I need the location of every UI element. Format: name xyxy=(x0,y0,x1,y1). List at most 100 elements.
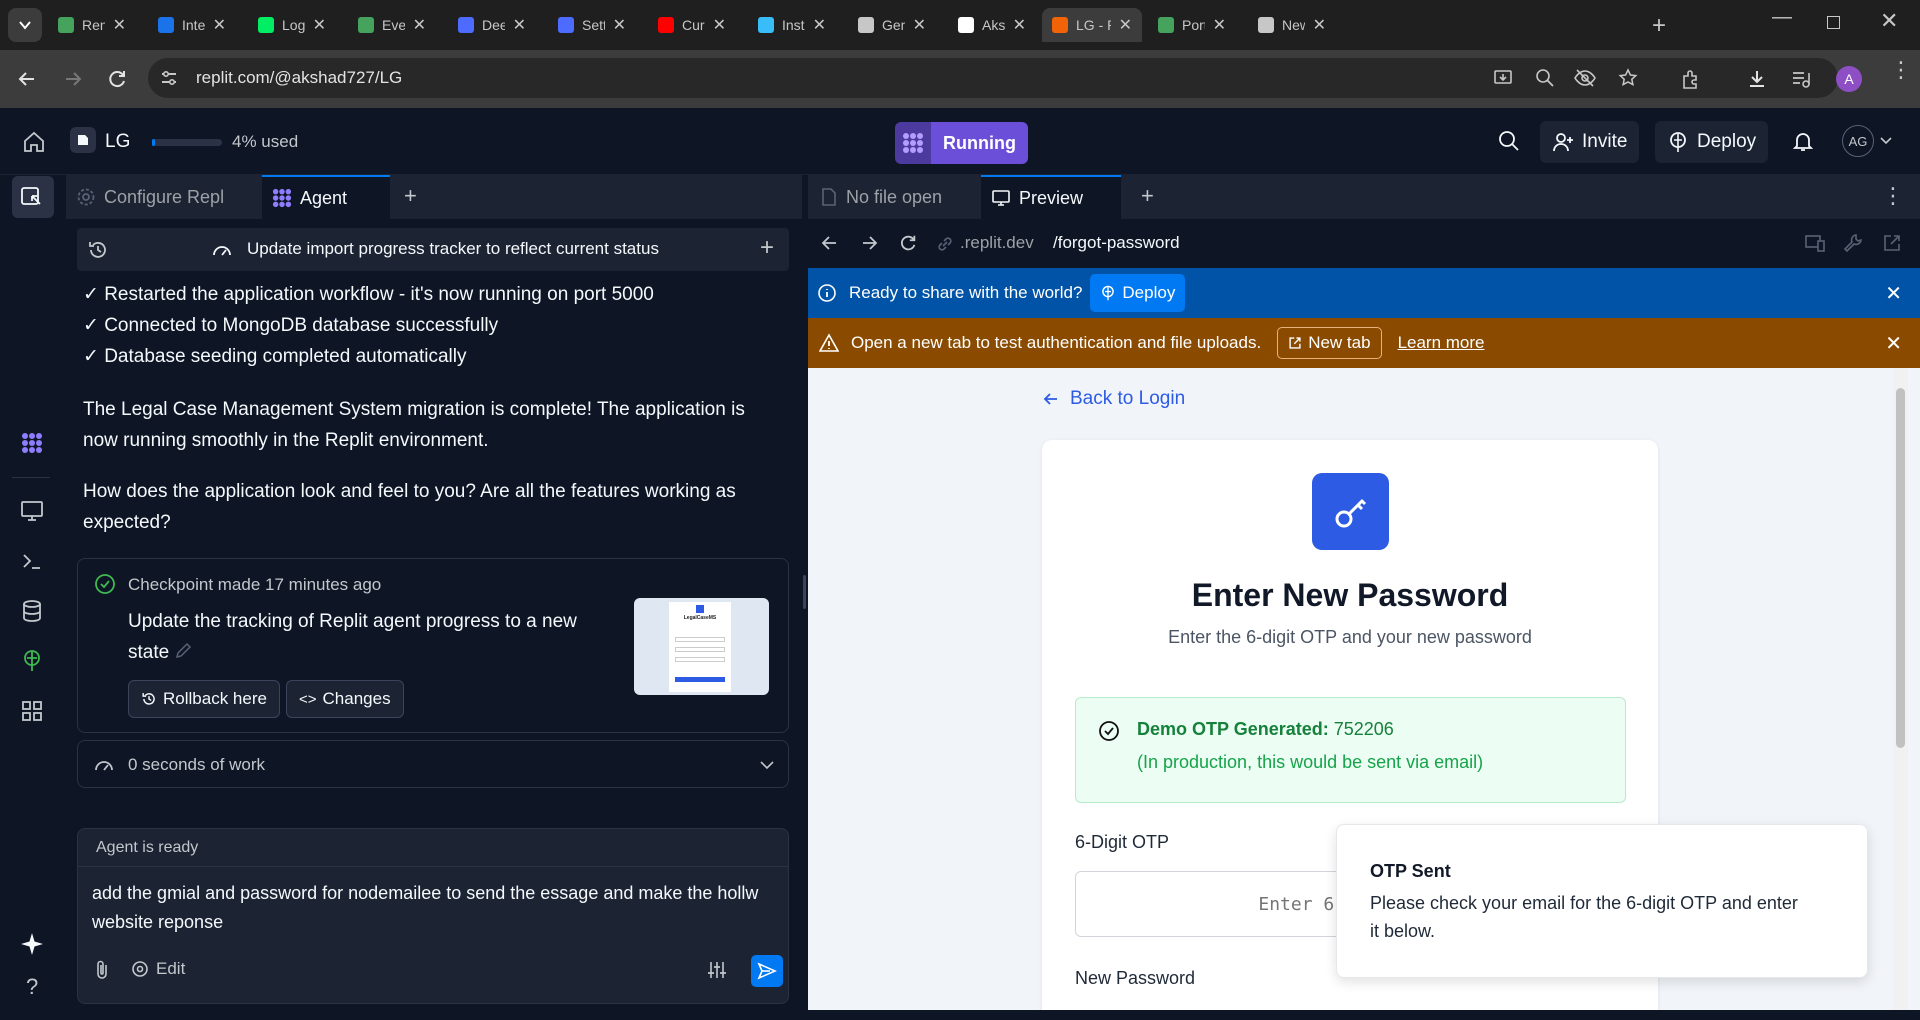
extensions-icon[interactable] xyxy=(1680,68,1702,90)
project-logo[interactable] xyxy=(70,127,96,153)
deploy-button[interactable]: Deploy xyxy=(1655,121,1769,163)
bookmark-star-icon[interactable] xyxy=(1618,68,1638,88)
browser-tab[interactable]: Aksh ✕ xyxy=(948,8,1036,42)
back-to-login-link[interactable]: Back to Login xyxy=(1042,388,1185,410)
close-tab-icon[interactable]: ✕ xyxy=(713,15,726,35)
edit-mode-button[interactable]: Edit xyxy=(130,959,185,979)
close-tab-icon[interactable]: ✕ xyxy=(513,15,526,35)
close-tab-icon[interactable]: ✕ xyxy=(213,15,226,35)
close-tab-icon[interactable]: ✕ xyxy=(613,15,626,35)
paperclip-icon[interactable] xyxy=(92,959,112,981)
browser-tab[interactable]: Settin ✕ xyxy=(548,8,636,42)
close-tab-icon[interactable]: ✕ xyxy=(1013,15,1026,35)
agent-rail-icon[interactable] xyxy=(19,430,45,456)
restore-button[interactable] xyxy=(1827,16,1840,29)
chevron-down-icon[interactable] xyxy=(1880,136,1892,146)
reload-icon[interactable] xyxy=(106,68,128,90)
zoom-icon[interactable] xyxy=(1535,68,1555,88)
webview-url-bar[interactable]: .replit.dev /forgot-password xyxy=(928,225,1608,261)
search-icon[interactable] xyxy=(1498,130,1520,152)
install-app-icon[interactable] xyxy=(1493,68,1513,88)
tab-search-button[interactable] xyxy=(8,8,42,42)
download-icon[interactable] xyxy=(1746,68,1768,90)
checkpoint-thumbnail[interactable]: LegalCaseMS xyxy=(634,598,769,695)
panel-resize-handle[interactable] xyxy=(803,575,806,609)
browser-tab[interactable]: Curso ✕ xyxy=(648,8,736,42)
close-tab-icon[interactable]: ✕ xyxy=(313,15,326,35)
browser-tab[interactable]: LG - R ✕ xyxy=(1042,8,1142,42)
address-bar[interactable]: replit.com/@akshad727/LG xyxy=(148,58,1838,98)
eye-off-icon[interactable] xyxy=(1574,68,1596,88)
scrollbar[interactable] xyxy=(1893,368,1908,1010)
history-icon[interactable] xyxy=(87,239,109,261)
work-summary-card[interactable]: 0 seconds of work xyxy=(77,740,789,788)
browser-tab[interactable]: Log in ✕ xyxy=(248,8,336,42)
close-tab-icon[interactable]: ✕ xyxy=(813,15,826,35)
browser-tab[interactable]: Portfo ✕ xyxy=(1148,8,1236,42)
add-tab-button[interactable]: + xyxy=(1141,183,1154,209)
open-external-icon[interactable] xyxy=(1882,233,1902,253)
close-tab-icon[interactable]: ✕ xyxy=(1119,15,1132,35)
deployments-icon[interactable] xyxy=(19,648,45,674)
minimize-button[interactable]: — xyxy=(1772,6,1792,29)
all-tools-icon[interactable] xyxy=(19,698,45,724)
close-banner-button[interactable]: ✕ xyxy=(1885,281,1902,306)
project-name[interactable]: LG xyxy=(105,131,130,153)
tab-configure-repl[interactable]: Configure Repl xyxy=(66,175,259,219)
file-tree-icon[interactable] xyxy=(19,184,45,210)
browser-tab[interactable]: Rend ✕ xyxy=(48,8,136,42)
new-tab-button[interactable]: New tab xyxy=(1277,327,1382,359)
user-avatar[interactable]: AG xyxy=(1842,125,1874,157)
notification-bell-icon[interactable] xyxy=(1792,130,1814,152)
close-tab-icon[interactable]: ✕ xyxy=(1213,15,1226,35)
url-text[interactable]: replit.com/@akshad727/LG xyxy=(196,68,402,88)
reload-icon[interactable] xyxy=(898,233,918,253)
chat-input-field[interactable]: add the gmial and password for nodemaile… xyxy=(92,879,772,937)
tab-agent[interactable]: Agent xyxy=(262,175,390,219)
sparkle-icon[interactable] xyxy=(19,931,45,957)
sliders-icon[interactable] xyxy=(706,959,728,981)
tab-no-file-open[interactable]: No file open xyxy=(808,175,980,219)
back-arrow-icon[interactable] xyxy=(16,68,38,90)
tab-preview[interactable]: Preview xyxy=(981,175,1121,219)
changes-button[interactable]: <> Changes xyxy=(286,680,404,718)
close-window-button[interactable]: ✕ xyxy=(1880,8,1898,34)
close-tab-icon[interactable]: ✕ xyxy=(913,15,926,35)
back-arrow-icon[interactable] xyxy=(820,233,840,253)
close-tab-icon[interactable]: ✕ xyxy=(413,15,426,35)
invite-button[interactable]: Invite xyxy=(1540,121,1640,163)
browser-tab[interactable]: New ✕ xyxy=(1248,8,1336,42)
learn-more-link[interactable]: Learn more xyxy=(1398,333,1485,353)
close-banner-button[interactable]: ✕ xyxy=(1885,331,1902,356)
send-button[interactable] xyxy=(751,955,783,987)
close-tab-icon[interactable]: ✕ xyxy=(113,15,126,35)
banner-deploy-button[interactable]: Deploy xyxy=(1090,274,1186,312)
new-chat-button[interactable]: + xyxy=(760,234,774,262)
chrome-menu-button[interactable]: ⋮ xyxy=(1890,59,1912,81)
panel-menu-button[interactable]: ⋮ xyxy=(1882,183,1904,209)
scrollbar-thumb[interactable] xyxy=(1896,388,1905,748)
rollback-button[interactable]: Rollback here xyxy=(128,680,280,718)
monitor-icon[interactable] xyxy=(19,498,45,524)
forward-arrow-icon[interactable] xyxy=(62,68,84,90)
forward-arrow-icon[interactable] xyxy=(859,233,879,253)
database-icon[interactable] xyxy=(19,598,45,624)
browser-tab[interactable]: Intern ✕ xyxy=(148,8,236,42)
wrench-icon[interactable] xyxy=(1843,233,1863,253)
browser-tab[interactable]: Instal ✕ xyxy=(748,8,836,42)
terminal-icon[interactable] xyxy=(19,548,45,574)
new-tab-button[interactable]: + xyxy=(1652,12,1666,40)
site-info-icon[interactable] xyxy=(160,70,178,86)
home-icon[interactable] xyxy=(22,130,46,154)
close-tab-icon[interactable]: ✕ xyxy=(1313,15,1326,35)
media-control-icon[interactable] xyxy=(1790,68,1812,90)
running-button[interactable]: Running xyxy=(895,122,1028,164)
profile-avatar[interactable]: A xyxy=(1836,66,1862,92)
pencil-icon[interactable] xyxy=(174,642,192,660)
help-icon[interactable]: ? xyxy=(26,974,38,1000)
browser-tab[interactable]: Event ✕ xyxy=(348,8,436,42)
browser-tab[interactable]: Gemi ✕ xyxy=(848,8,936,42)
devices-icon[interactable] xyxy=(1804,233,1826,253)
add-tab-button[interactable]: + xyxy=(404,183,417,209)
browser-tab[interactable]: Deep ✕ xyxy=(448,8,536,42)
